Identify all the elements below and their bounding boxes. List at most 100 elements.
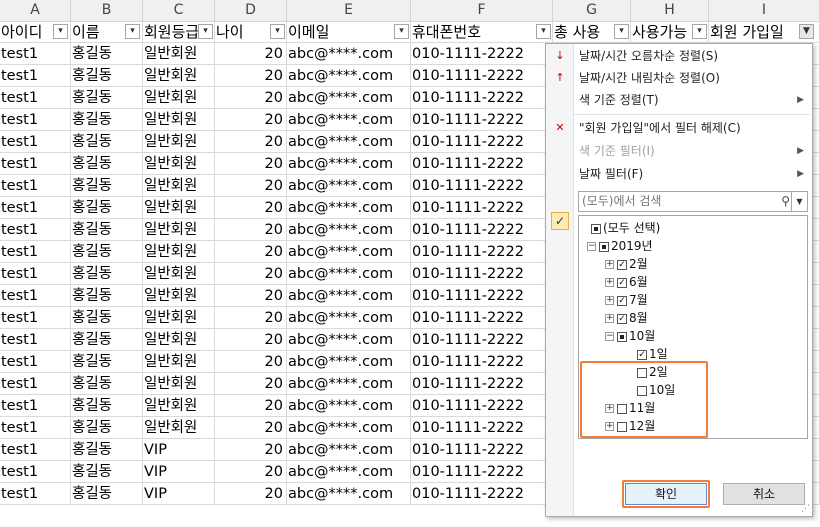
- table-cell[interactable]: 20: [215, 351, 287, 373]
- table-cell[interactable]: 일반회원: [143, 153, 215, 175]
- collapse-icon[interactable]: −: [605, 332, 614, 341]
- table-cell[interactable]: 홍길동: [71, 461, 143, 483]
- table-cell[interactable]: 010-1111-2222: [411, 285, 553, 307]
- table-cell[interactable]: 홍길동: [71, 241, 143, 263]
- table-cell[interactable]: 홍길동: [71, 329, 143, 351]
- table-cell[interactable]: 010-1111-2222: [411, 65, 553, 87]
- expand-icon[interactable]: +: [605, 260, 614, 269]
- table-cell[interactable]: 010-1111-2222: [411, 263, 553, 285]
- table-cell[interactable]: test1: [0, 461, 71, 483]
- table-cell[interactable]: 010-1111-2222: [411, 219, 553, 241]
- table-cell[interactable]: 홍길동: [71, 263, 143, 285]
- table-cell[interactable]: abc@****.com: [287, 417, 411, 439]
- menu-item-date-filter[interactable]: 날짜 필터(F) ▶: [546, 163, 812, 185]
- table-cell[interactable]: abc@****.com: [287, 483, 411, 505]
- table-cell[interactable]: 일반회원: [143, 109, 215, 131]
- column-letter-b[interactable]: B: [71, 0, 143, 21]
- table-cell[interactable]: 010-1111-2222: [411, 197, 553, 219]
- table-cell[interactable]: 홍길동: [71, 219, 143, 241]
- table-cell[interactable]: 홍길동: [71, 153, 143, 175]
- table-cell[interactable]: 홍길동: [71, 285, 143, 307]
- table-cell[interactable]: test1: [0, 285, 71, 307]
- table-cell[interactable]: 일반회원: [143, 43, 215, 65]
- table-cell[interactable]: 010-1111-2222: [411, 461, 553, 483]
- table-cell[interactable]: test1: [0, 483, 71, 505]
- menu-item-sort-descending[interactable]: ↑ 날짜/시간 내림차순 정렬(O): [546, 67, 812, 89]
- menu-item-sort-ascending[interactable]: ↓ 날짜/시간 오름차순 정렬(S): [546, 45, 812, 67]
- table-cell[interactable]: 일반회원: [143, 241, 215, 263]
- table-cell[interactable]: 20: [215, 153, 287, 175]
- table-cell[interactable]: test1: [0, 395, 71, 417]
- table-cell[interactable]: 20: [215, 219, 287, 241]
- table-cell[interactable]: abc@****.com: [287, 197, 411, 219]
- table-cell[interactable]: abc@****.com: [287, 153, 411, 175]
- table-cell[interactable]: VIP: [143, 483, 215, 505]
- tree-node-month[interactable]: + ✓ 6월: [605, 273, 648, 291]
- table-cell[interactable]: test1: [0, 417, 71, 439]
- table-cell[interactable]: 20: [215, 395, 287, 417]
- checkbox-checked[interactable]: ✓: [637, 349, 647, 360]
- table-cell[interactable]: abc@****.com: [287, 241, 411, 263]
- table-cell[interactable]: test1: [0, 175, 71, 197]
- table-cell[interactable]: 홍길동: [71, 43, 143, 65]
- table-cell[interactable]: 일반회원: [143, 417, 215, 439]
- table-cell[interactable]: abc@****.com: [287, 285, 411, 307]
- table-cell[interactable]: 010-1111-2222: [411, 131, 553, 153]
- table-cell[interactable]: test1: [0, 329, 71, 351]
- table-cell[interactable]: 010-1111-2222: [411, 43, 553, 65]
- table-cell[interactable]: test1: [0, 351, 71, 373]
- table-cell[interactable]: abc@****.com: [287, 87, 411, 109]
- collapse-icon[interactable]: −: [587, 242, 596, 251]
- table-cell[interactable]: test1: [0, 43, 71, 65]
- table-cell[interactable]: 일반회원: [143, 175, 215, 197]
- tree-node-select-all[interactable]: (모두 선택): [591, 219, 660, 237]
- table-cell[interactable]: 홍길동: [71, 87, 143, 109]
- table-cell[interactable]: test1: [0, 197, 71, 219]
- table-cell[interactable]: 010-1111-2222: [411, 153, 553, 175]
- table-cell[interactable]: 20: [215, 109, 287, 131]
- table-cell[interactable]: 20: [215, 65, 287, 87]
- column-letter-i[interactable]: I: [709, 0, 820, 21]
- tree-node-month[interactable]: − 10월: [605, 327, 655, 345]
- table-cell[interactable]: test1: [0, 109, 71, 131]
- expand-icon[interactable]: +: [605, 278, 614, 287]
- table-cell[interactable]: 010-1111-2222: [411, 241, 553, 263]
- checkbox-checked[interactable]: ✓: [617, 277, 627, 288]
- filter-dropdown-button[interactable]: ▾: [270, 24, 285, 39]
- table-cell[interactable]: test1: [0, 263, 71, 285]
- table-cell[interactable]: abc@****.com: [287, 461, 411, 483]
- filter-dropdown-button[interactable]: ▾: [394, 24, 409, 39]
- table-cell[interactable]: 홍길동: [71, 109, 143, 131]
- table-cell[interactable]: abc@****.com: [287, 439, 411, 461]
- table-cell[interactable]: 일반회원: [143, 197, 215, 219]
- table-cell[interactable]: 일반회원: [143, 219, 215, 241]
- table-cell[interactable]: 홍길동: [71, 417, 143, 439]
- menu-item-sort-by-color[interactable]: 색 기준 정렬(T) ▶: [546, 89, 812, 111]
- tree-node-month[interactable]: + ✓ 7월: [605, 291, 648, 309]
- checkbox-checked[interactable]: ✓: [617, 259, 627, 270]
- table-cell[interactable]: abc@****.com: [287, 307, 411, 329]
- table-cell[interactable]: 20: [215, 373, 287, 395]
- filter-active-button[interactable]: ▼: [799, 24, 814, 39]
- table-cell[interactable]: 20: [215, 439, 287, 461]
- chevron-down-icon[interactable]: ▼: [791, 192, 807, 211]
- table-cell[interactable]: test1: [0, 65, 71, 87]
- table-cell[interactable]: 일반회원: [143, 87, 215, 109]
- table-cell[interactable]: test1: [0, 307, 71, 329]
- table-cell[interactable]: VIP: [143, 461, 215, 483]
- table-cell[interactable]: 20: [215, 87, 287, 109]
- table-cell[interactable]: 010-1111-2222: [411, 329, 553, 351]
- table-cell[interactable]: 20: [215, 285, 287, 307]
- table-cell[interactable]: 일반회원: [143, 329, 215, 351]
- table-cell[interactable]: 20: [215, 483, 287, 505]
- cancel-button[interactable]: 취소: [723, 483, 805, 505]
- table-cell[interactable]: test1: [0, 439, 71, 461]
- table-cell[interactable]: 010-1111-2222: [411, 175, 553, 197]
- table-cell[interactable]: test1: [0, 373, 71, 395]
- table-cell[interactable]: abc@****.com: [287, 329, 411, 351]
- table-cell[interactable]: abc@****.com: [287, 263, 411, 285]
- checkbox-partial[interactable]: [591, 223, 601, 234]
- table-cell[interactable]: test1: [0, 87, 71, 109]
- filter-dropdown-button[interactable]: ▾: [125, 24, 140, 39]
- table-cell[interactable]: 010-1111-2222: [411, 373, 553, 395]
